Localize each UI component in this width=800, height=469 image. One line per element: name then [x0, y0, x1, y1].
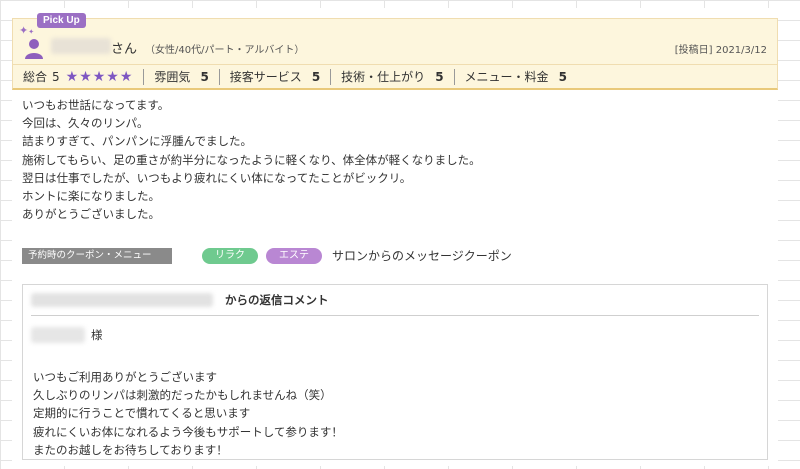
- rating-atmosphere: 雰囲気 5: [143, 68, 218, 85]
- reply-line: 久しぶりのリンパは刺激的だったかもしれませんね（笑）: [33, 388, 332, 403]
- rating-label: 技術・仕上がり: [341, 70, 426, 84]
- rating-overall-label: 総合: [23, 70, 48, 84]
- reply-line: 定期的に行うことで慣れてくると思います: [33, 406, 251, 421]
- ratings-bar: 総合 5 ★★★★★ 雰囲気 5 接客サービス 5 技術・仕上がり 5 メニュー…: [12, 64, 778, 90]
- user-avatar-icon: [25, 39, 43, 59]
- category-chip-esthe[interactable]: エステ: [266, 248, 322, 264]
- reply-line: 疲れにくいお体になれるよう今後もサポートして参ります！: [33, 424, 343, 439]
- reply-title: からの返信コメント: [225, 293, 329, 307]
- review-header: ✦✦ Pick Up さん （女性/40代/パート・アルバイト） [投稿日] 2…: [12, 13, 778, 64]
- coupon-menu-tag: 予約時のクーポン・メニュー: [22, 248, 172, 264]
- rating-value: 5: [435, 69, 444, 84]
- review-line: ありがとうございました。: [22, 207, 160, 222]
- reply-line: またのお越しをお待ちしております！: [33, 442, 228, 457]
- rating-label: 雰囲気: [154, 70, 191, 84]
- rating-value: 5: [311, 69, 321, 84]
- review-line: いつもお世話になってます。: [22, 98, 170, 112]
- rating-overall-value: 5: [52, 69, 60, 84]
- salon-name-redacted: [31, 293, 213, 307]
- salon-reply-box: からの返信コメント 様 いつもご利用ありがとうございます 久しぶりのリンパは刺激…: [22, 284, 768, 460]
- rating-value: 5: [558, 69, 567, 84]
- review-line: 詰まりすぎて、パンパンに浮腫んでました。: [22, 134, 252, 149]
- reviewer-meta: （女性/40代/パート・アルバイト）: [145, 45, 305, 56]
- star-rating-icons: ★★★★★: [65, 68, 134, 85]
- review-card: ✦✦ Pick Up さん （女性/40代/パート・アルバイト） [投稿日] 2…: [12, 8, 778, 466]
- reply-divider: [31, 315, 759, 316]
- reply-body: いつもご利用ありがとうございます 久しぶりのリンパは刺激的だったかもしれませんね…: [33, 368, 753, 459]
- addressee-suffix: 様: [91, 328, 103, 342]
- review-line: 翌日は仕事でしたが、いつもより疲れにくい体になってたことがビックリ。: [22, 170, 412, 185]
- rating-label: 接客サービス: [229, 70, 302, 84]
- review-line: 施術してもらい、足の重さが約半分になったように軽くなり、体全体が軽くなりました。: [22, 152, 481, 167]
- sparkle-icon: ✦✦: [19, 24, 35, 37]
- post-date: [投稿日] 2021/3/12: [674, 45, 767, 56]
- rating-technique: 技術・仕上がり 5: [330, 68, 453, 85]
- reviewer-name-suffix: さん: [111, 42, 138, 57]
- pickup-badge: Pick Up: [37, 13, 86, 28]
- addressee-name-redacted: [31, 327, 85, 343]
- review-line: 今回は、久々のリンパ。: [22, 116, 149, 131]
- rating-label: メニュー・料金: [464, 70, 549, 84]
- coupon-name[interactable]: サロンからのメッセージクーポン: [332, 248, 512, 264]
- rating-value: 5: [200, 69, 209, 84]
- review-body: いつもお世話になってます。 今回は、久々のリンパ。 詰まりすぎて、パンパンに浮腫…: [22, 96, 762, 223]
- review-line: ホントに楽になりました。: [22, 189, 160, 204]
- reviewer-name-redacted: [51, 38, 111, 54]
- rating-menu-price: メニュー・料金 5: [453, 68, 577, 85]
- category-chip-relax[interactable]: リラク: [202, 248, 258, 264]
- reply-line: いつもご利用ありがとうございます: [33, 370, 217, 384]
- rating-overall: 総合 5 ★★★★★: [13, 69, 143, 85]
- coupon-row: 予約時のクーポン・メニュー リラク エステ サロンからのメッセージクーポン: [22, 248, 762, 264]
- rating-service: 接客サービス 5: [218, 68, 330, 85]
